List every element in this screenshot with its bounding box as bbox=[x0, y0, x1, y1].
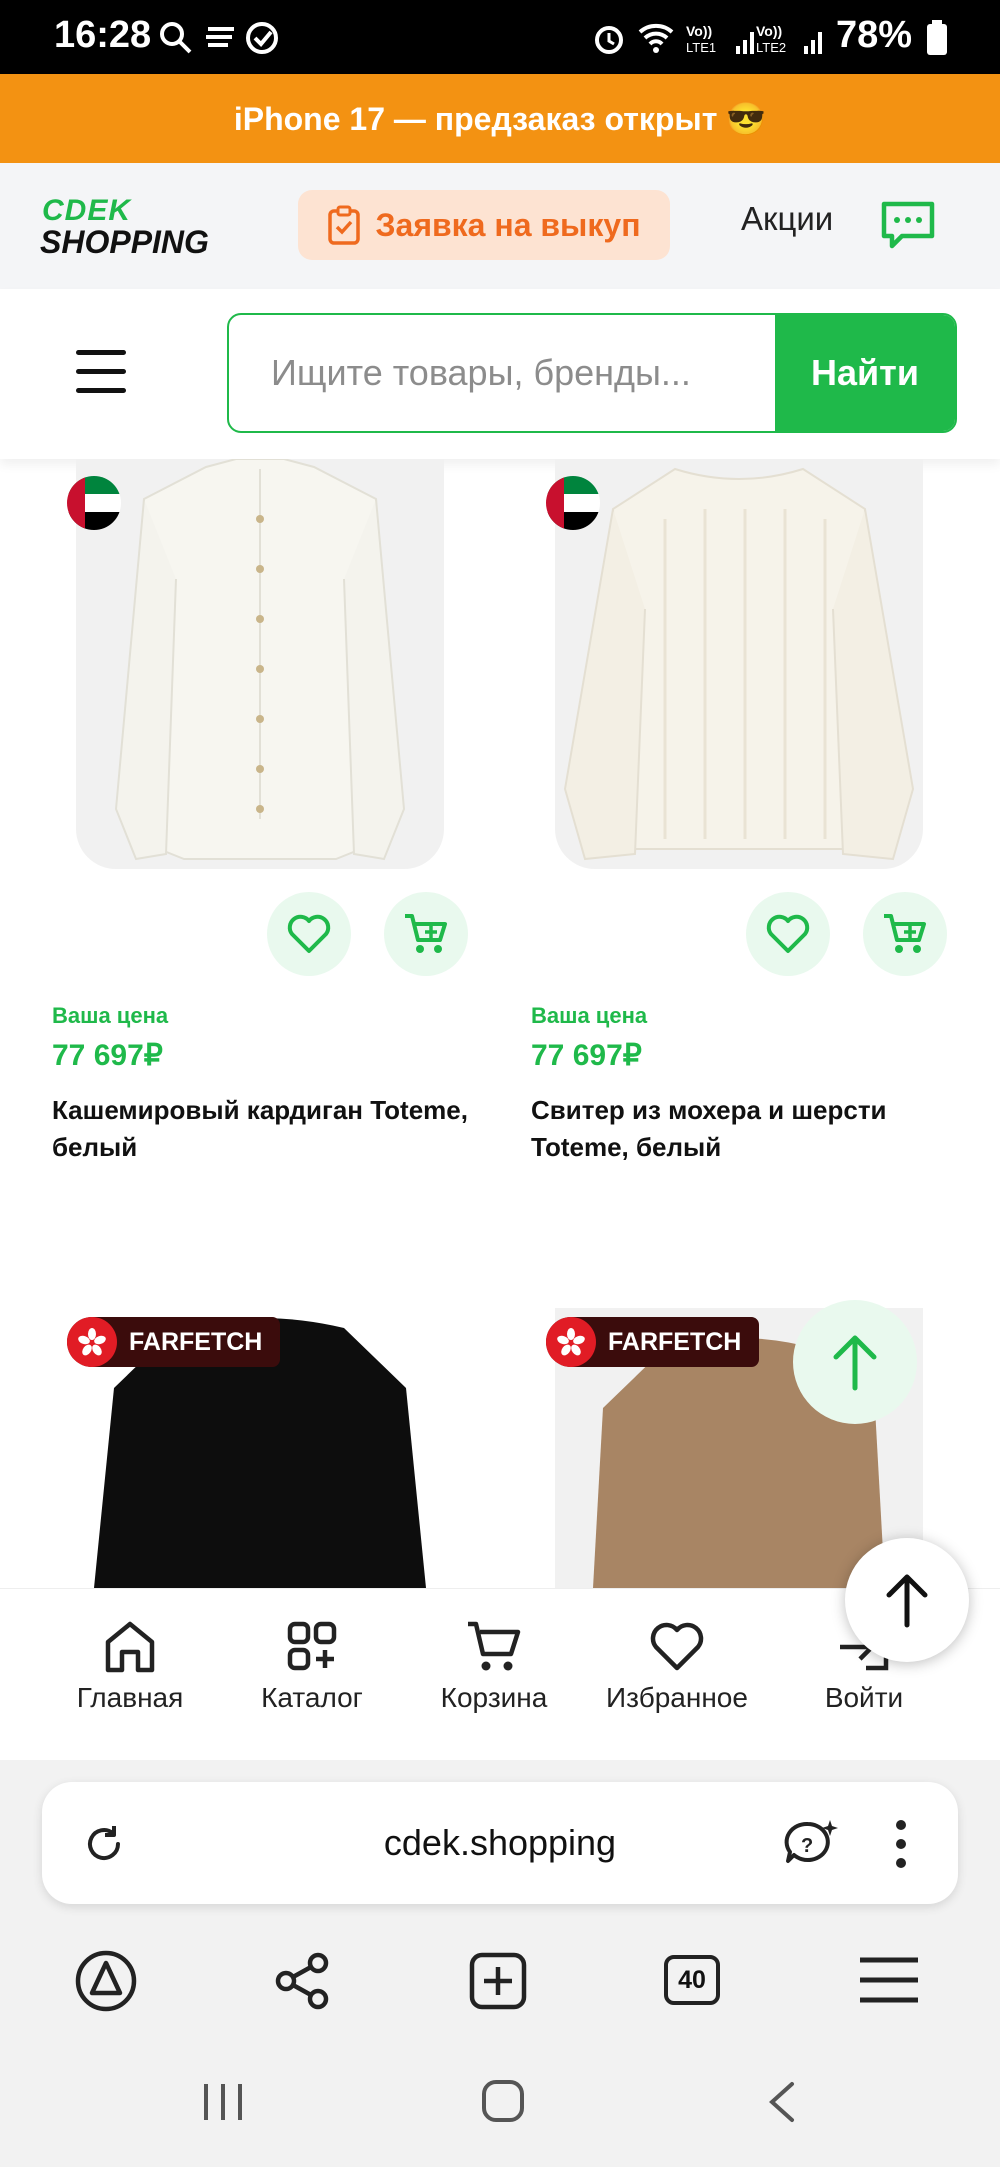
svg-text:LTE1: LTE1 bbox=[686, 40, 716, 55]
new-tab-icon[interactable] bbox=[468, 1951, 528, 2011]
check-circle-icon bbox=[246, 22, 278, 54]
buyout-request-button[interactable]: Заявка на выкуп bbox=[298, 190, 670, 260]
more-options-icon[interactable] bbox=[894, 1818, 908, 1870]
buyout-label: Заявка на выкуп bbox=[375, 206, 641, 243]
farfetch-badge: FARFETCH bbox=[546, 1317, 760, 1367]
alarm-icon bbox=[595, 26, 623, 54]
tabs-counter-button[interactable]: 40 bbox=[664, 1955, 720, 2005]
logo-text-bottom: SHOPPING bbox=[40, 224, 209, 260]
share-icon[interactable] bbox=[272, 1951, 332, 2011]
catalog-icon bbox=[287, 1621, 337, 1671]
hong-kong-flag-icon bbox=[546, 1317, 596, 1367]
badge-label: FARFETCH bbox=[608, 1327, 742, 1356]
arrow-up-icon bbox=[833, 1335, 877, 1391]
add-to-cart-button[interactable] bbox=[863, 892, 947, 976]
promo-banner[interactable]: iPhone 17 — предзаказ открыт 😎 bbox=[0, 74, 1000, 163]
search-input[interactable] bbox=[229, 315, 779, 431]
arrow-up-icon bbox=[886, 1574, 928, 1628]
hong-kong-flag-icon bbox=[67, 1317, 117, 1367]
browser-menu-icon[interactable] bbox=[858, 1955, 920, 2005]
scroll-to-top-button[interactable] bbox=[793, 1300, 917, 1424]
price-label: Ваша цена bbox=[52, 1003, 169, 1028]
product-image[interactable] bbox=[76, 459, 444, 869]
home-icon bbox=[105, 1621, 155, 1673]
battery-level: 78% bbox=[835, 14, 912, 56]
cart-icon bbox=[468, 1621, 521, 1671]
clipboard-check-icon bbox=[328, 205, 361, 245]
product-price: 77 697₽ bbox=[52, 1039, 163, 1072]
nav-label: Каталог bbox=[261, 1682, 363, 1713]
farfetch-badge: FARFETCH bbox=[67, 1317, 281, 1367]
heart-icon bbox=[766, 914, 810, 953]
notes-icon bbox=[206, 27, 234, 47]
hamburger-menu-icon[interactable] bbox=[76, 350, 126, 396]
battery-icon bbox=[927, 20, 947, 55]
search-form: Найти bbox=[227, 313, 957, 433]
svg-text:Vo)): Vo)) bbox=[686, 23, 712, 39]
nav-item-catalog[interactable]: Каталог bbox=[227, 1620, 397, 1714]
cart-icon bbox=[884, 914, 926, 953]
add-to-favorites-button[interactable] bbox=[746, 892, 830, 976]
nav-label: Избранное bbox=[606, 1682, 748, 1713]
svg-text:?: ? bbox=[801, 1835, 813, 1857]
uae-flag-icon bbox=[546, 476, 600, 530]
signal-icon: Vo))LTE1Vo))LTE2 bbox=[686, 23, 822, 55]
nav-label: Главная bbox=[76, 1682, 184, 1713]
ai-assistant-icon[interactable]: ? bbox=[784, 1818, 840, 1872]
heart-icon bbox=[287, 914, 331, 953]
promos-link[interactable]: Акции bbox=[741, 200, 833, 238]
logo-text-top: CDEK bbox=[42, 194, 132, 227]
nav-item-home[interactable]: Главная bbox=[45, 1620, 215, 1714]
nav-item-favorites[interactable]: Избранное bbox=[592, 1620, 762, 1714]
search-icon bbox=[160, 22, 192, 54]
heart-icon bbox=[650, 1622, 704, 1671]
svg-text:Vo)): Vo)) bbox=[756, 23, 782, 39]
add-to-cart-button[interactable] bbox=[384, 892, 468, 976]
badge-label: FARFETCH bbox=[129, 1327, 263, 1356]
sweater-image bbox=[563, 467, 915, 861]
cardigan-image bbox=[114, 459, 406, 861]
scroll-to-top-button[interactable] bbox=[845, 1538, 969, 1662]
back-icon[interactable] bbox=[766, 2080, 796, 2124]
chat-icon[interactable] bbox=[880, 200, 936, 250]
product-name[interactable]: Кашемировый кардиган Toteme, белый bbox=[52, 1092, 492, 1166]
price-label: Ваша цена bbox=[531, 1003, 648, 1028]
alice-assistant-icon[interactable] bbox=[74, 1949, 138, 2013]
cart-icon bbox=[405, 914, 447, 953]
status-time: 16:28 bbox=[54, 14, 152, 56]
recent-apps-icon[interactable] bbox=[200, 2082, 246, 2122]
status-bar: 16:28 Vo)) LTE1 Vo)) LTE2 78% bbox=[0, 0, 1000, 74]
product-price: 77 697₽ bbox=[531, 1039, 642, 1072]
product-name[interactable]: Свитер из мохера и шерсти Toteme, белый bbox=[531, 1092, 971, 1166]
nav-label: Войти bbox=[824, 1682, 904, 1713]
svg-text:LTE2: LTE2 bbox=[756, 40, 786, 55]
promo-text: iPhone 17 — предзаказ открыт 😎 bbox=[233, 100, 767, 137]
search-button[interactable]: Найти bbox=[775, 315, 955, 431]
add-to-favorites-button[interactable] bbox=[267, 892, 351, 976]
uae-flag-icon bbox=[67, 476, 121, 530]
cdek-shopping-logo[interactable]: CDEK SHOPPING bbox=[40, 194, 220, 264]
home-button-icon[interactable] bbox=[480, 2078, 526, 2124]
nav-label: Корзина bbox=[440, 1682, 548, 1713]
product-image[interactable] bbox=[555, 459, 923, 869]
url-bar[interactable]: cdek.shopping ? bbox=[42, 1782, 958, 1904]
nav-item-cart[interactable]: Корзина bbox=[409, 1620, 579, 1714]
wifi-icon bbox=[638, 23, 674, 53]
